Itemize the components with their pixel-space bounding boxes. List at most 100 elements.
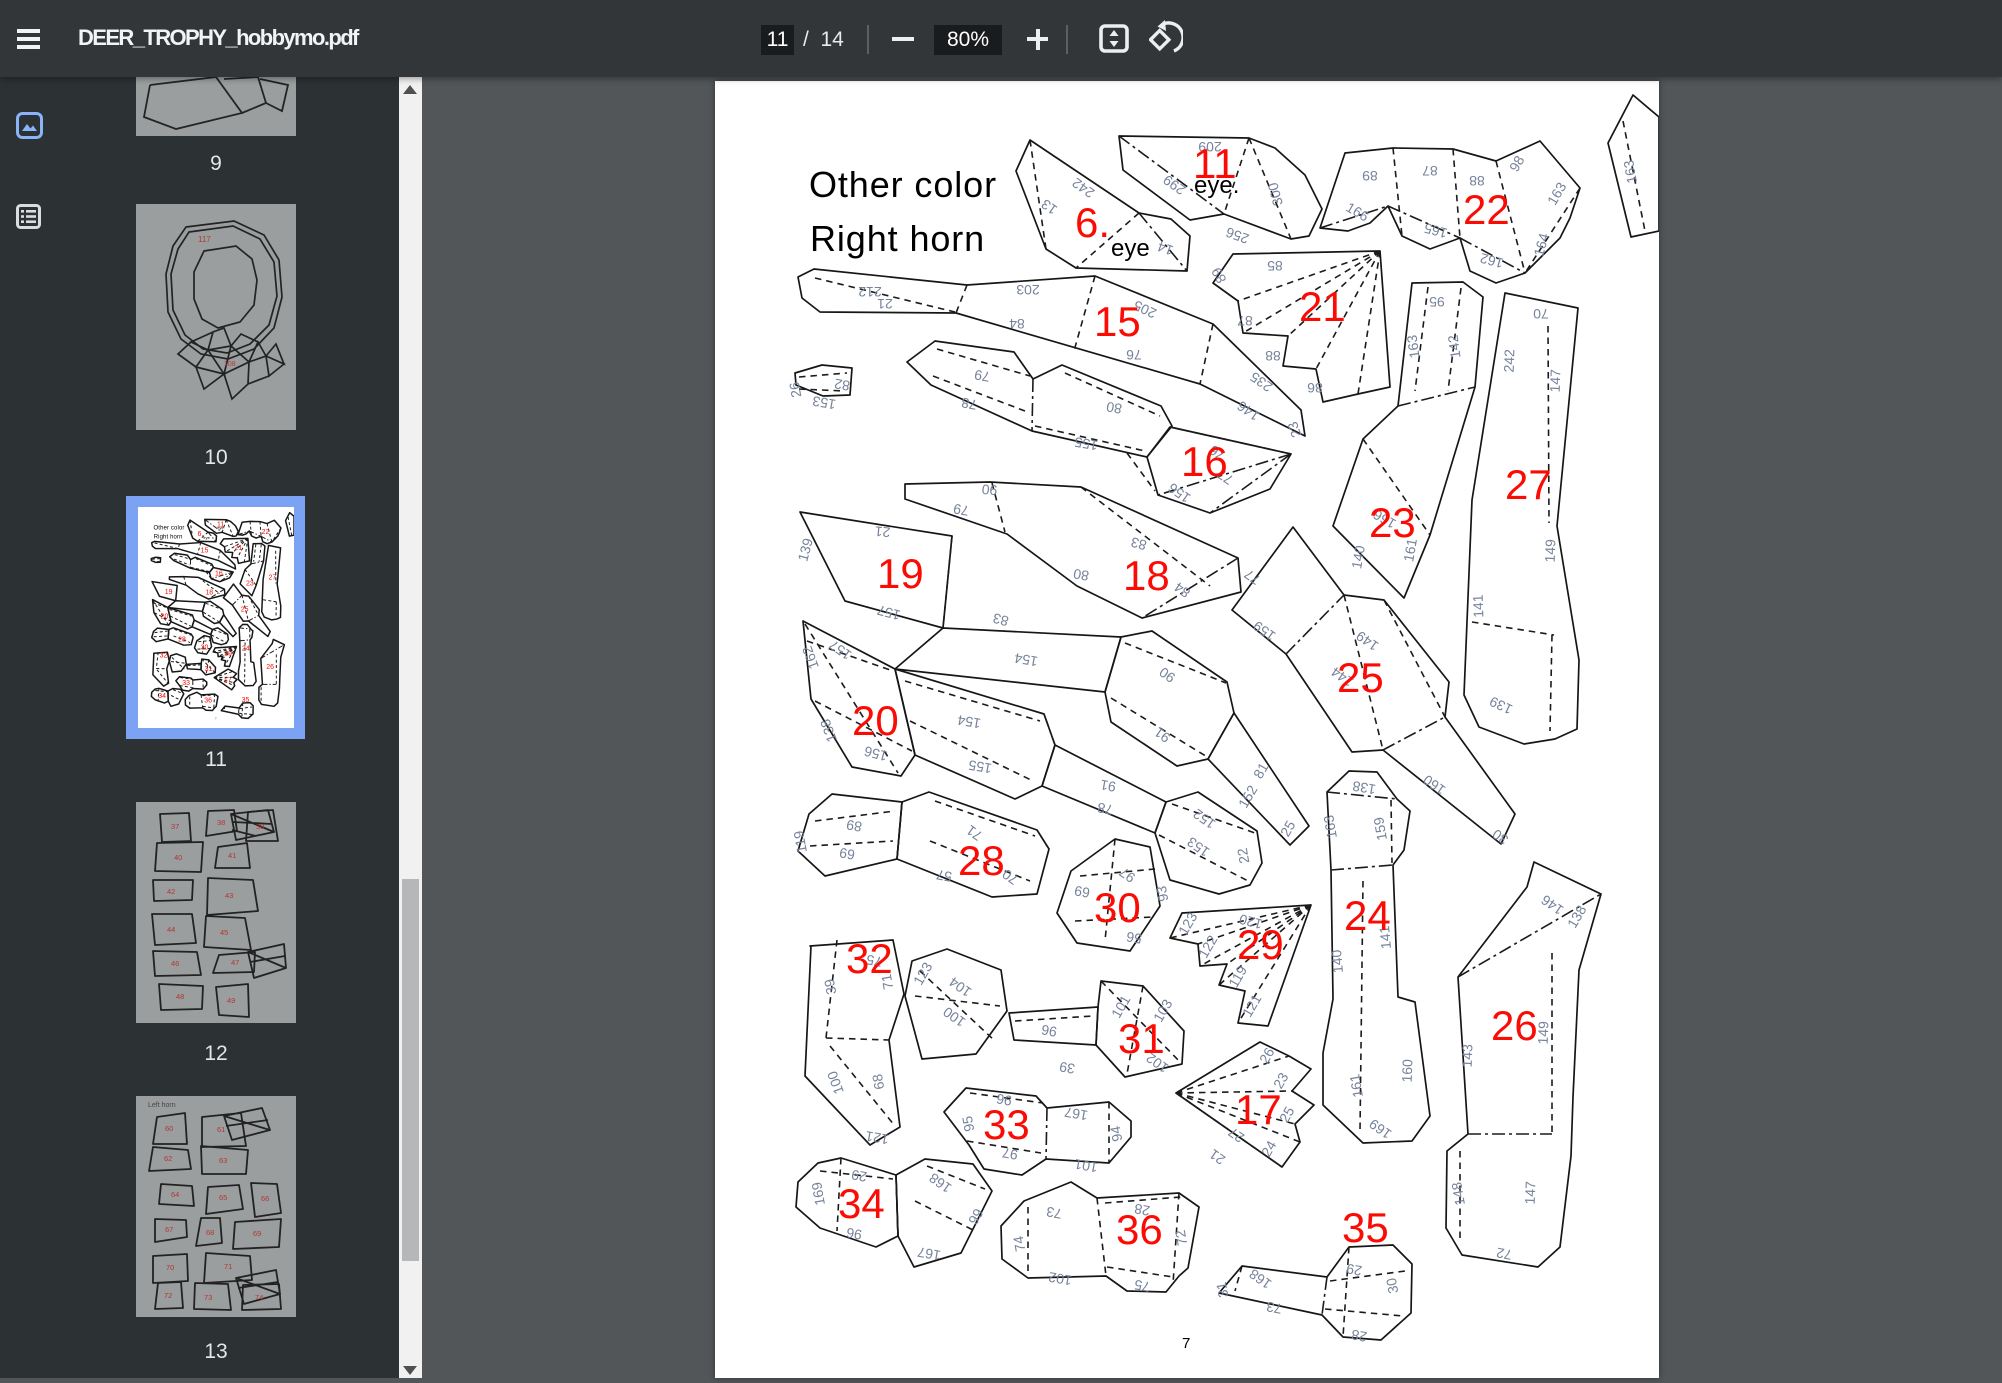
svg-text:Left horn: Left horn — [148, 1102, 176, 1109]
svg-text:18: 18 — [205, 589, 213, 596]
svg-text:47: 47 — [231, 958, 239, 967]
svg-text:27: 27 — [1505, 461, 1552, 508]
svg-text:242: 242 — [1501, 349, 1518, 373]
svg-text:90: 90 — [1156, 664, 1178, 686]
svg-text:81: 81 — [1250, 760, 1272, 782]
svg-text:157: 157 — [875, 602, 902, 624]
svg-text:40: 40 — [174, 853, 182, 862]
svg-text:20: 20 — [161, 613, 169, 620]
svg-text:Right horn: Right horn — [154, 534, 183, 540]
svg-text:56: 56 — [1125, 929, 1143, 947]
svg-text:31: 31 — [1213, 1281, 1231, 1299]
svg-text:45: 45 — [220, 928, 228, 937]
svg-text:34: 34 — [838, 1180, 885, 1227]
svg-text:85: 85 — [1267, 258, 1283, 274]
svg-text:23: 23 — [1369, 499, 1416, 546]
svg-text:26: 26 — [786, 381, 804, 399]
svg-text:168: 168 — [926, 1170, 954, 1197]
svg-text:91: 91 — [1151, 724, 1173, 746]
svg-text:29: 29 — [1345, 1261, 1363, 1279]
svg-text:16: 16 — [1181, 438, 1228, 485]
svg-text:36: 36 — [1116, 1206, 1163, 1253]
svg-text:24: 24 — [1344, 892, 1391, 939]
svg-text:28: 28 — [958, 837, 1005, 884]
svg-text:Other color: Other color — [154, 526, 185, 532]
svg-text:138: 138 — [1351, 778, 1377, 798]
svg-text:15: 15 — [1094, 298, 1141, 345]
svg-text:119: 119 — [790, 829, 810, 854]
svg-text:64: 64 — [171, 1190, 179, 1199]
svg-text:82: 82 — [833, 376, 851, 394]
svg-text:147: 147 — [1522, 1181, 1539, 1205]
svg-text:14: 14 — [1155, 238, 1175, 258]
svg-text:33: 33 — [983, 1101, 1030, 1148]
svg-text:24: 24 — [1258, 1138, 1280, 1160]
svg-text:27: 27 — [269, 574, 277, 581]
svg-text:84: 84 — [1009, 316, 1025, 332]
svg-text:39: 39 — [256, 822, 264, 831]
svg-text:140: 140 — [1328, 949, 1346, 974]
svg-text:7: 7 — [215, 718, 217, 721]
svg-text:91: 91 — [1099, 777, 1117, 795]
svg-text:26: 26 — [266, 664, 274, 671]
svg-text:235: 235 — [1247, 369, 1275, 396]
svg-text:73: 73 — [1045, 1204, 1063, 1222]
svg-text:65: 65 — [219, 1193, 227, 1202]
svg-text:23: 23 — [246, 581, 254, 588]
svg-text:89: 89 — [1362, 168, 1378, 184]
svg-text:165: 165 — [1422, 220, 1449, 242]
svg-text:77: 77 — [1241, 566, 1263, 588]
svg-text:36: 36 — [204, 698, 212, 705]
svg-text:Other color: Other color — [809, 164, 997, 205]
svg-text:147: 147 — [1547, 369, 1564, 393]
svg-text:162: 162 — [1478, 250, 1505, 272]
svg-text:32: 32 — [160, 653, 168, 660]
svg-text:73: 73 — [1265, 1299, 1283, 1317]
svg-text:48: 48 — [176, 992, 184, 1001]
svg-text:17: 17 — [1235, 1086, 1282, 1133]
svg-text:28: 28 — [178, 637, 186, 644]
svg-text:74: 74 — [1010, 1235, 1028, 1253]
svg-text:26: 26 — [1256, 1045, 1278, 1067]
svg-text:89: 89 — [845, 817, 863, 835]
svg-text:30: 30 — [1094, 884, 1141, 931]
svg-text:24: 24 — [242, 646, 250, 653]
svg-text:76: 76 — [1126, 347, 1142, 363]
svg-text:96: 96 — [845, 1225, 863, 1243]
svg-text:88: 88 — [1265, 348, 1281, 364]
svg-text:28: 28 — [1350, 1327, 1368, 1345]
svg-text:70: 70 — [1533, 306, 1549, 322]
svg-text:32: 32 — [846, 935, 893, 982]
svg-text:31: 31 — [205, 666, 213, 673]
svg-text:37: 37 — [171, 822, 179, 831]
svg-text:34: 34 — [158, 693, 166, 700]
svg-text:160: 160 — [1399, 1059, 1416, 1083]
svg-text:69: 69 — [1073, 883, 1091, 901]
svg-text:23: 23 — [1284, 419, 1304, 439]
svg-text:102: 102 — [1047, 1269, 1073, 1289]
svg-text:69: 69 — [253, 1229, 261, 1238]
svg-text:108: 108 — [224, 361, 236, 368]
svg-text:90: 90 — [981, 481, 998, 498]
svg-text:33: 33 — [182, 680, 190, 687]
svg-text:25: 25 — [241, 606, 249, 613]
svg-text:139: 139 — [794, 536, 816, 563]
svg-text:74: 74 — [255, 1293, 263, 1302]
svg-text:138: 138 — [817, 717, 840, 745]
svg-text:17: 17 — [224, 678, 232, 685]
svg-text:160: 160 — [1420, 772, 1448, 799]
svg-text:21: 21 — [874, 523, 891, 540]
svg-text:25: 25 — [1277, 818, 1299, 840]
svg-text:156: 156 — [862, 743, 889, 765]
svg-text:30: 30 — [1383, 1277, 1401, 1295]
svg-text:154: 154 — [1013, 650, 1039, 670]
svg-text:16: 16 — [215, 571, 223, 578]
svg-text:39: 39 — [1058, 1059, 1076, 1077]
svg-text:72: 72 — [1495, 1245, 1513, 1263]
svg-text:62: 62 — [164, 1154, 172, 1163]
svg-text:141: 141 — [1470, 594, 1487, 618]
svg-text:140: 140 — [1348, 544, 1368, 570]
svg-text:149: 149 — [1353, 628, 1381, 655]
svg-text:101: 101 — [1073, 1156, 1099, 1176]
svg-text:19: 19 — [165, 589, 173, 596]
